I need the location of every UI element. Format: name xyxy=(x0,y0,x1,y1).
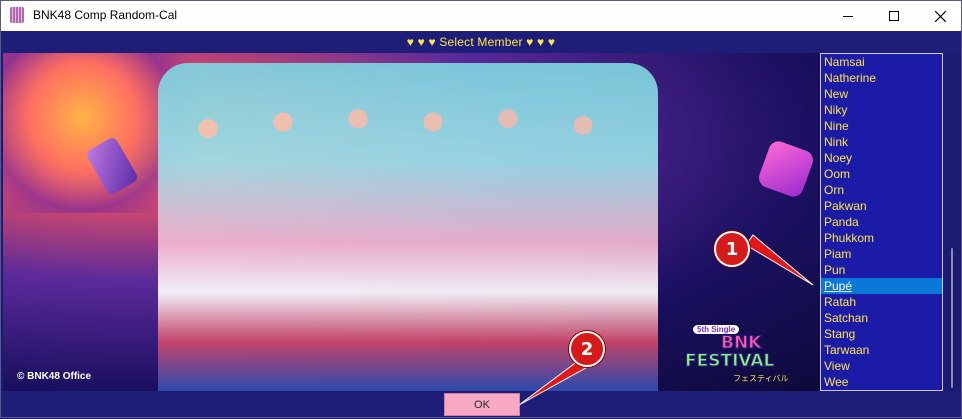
member-list-item[interactable]: Satchan xyxy=(821,310,942,326)
member-list-item[interactable]: Pakwan xyxy=(821,198,942,214)
member-list-item[interactable]: Piam xyxy=(821,246,942,262)
member-list-item[interactable]: Orn xyxy=(821,182,942,198)
list-scrollbar[interactable] xyxy=(943,53,961,391)
member-list-item[interactable]: Noey xyxy=(821,150,942,166)
group-photo: © BNK48 Office 5th Single BNK FESTIVAL フ… xyxy=(3,53,820,391)
crystal-decoration-right xyxy=(756,138,816,200)
select-member-heading: ♥ ♥ ♥ Select Member ♥ ♥ ♥ xyxy=(406,35,556,49)
header-bar: ♥ ♥ ♥ Select Member ♥ ♥ ♥ xyxy=(1,31,961,53)
member-list-item[interactable]: Phukkom xyxy=(821,230,942,246)
annotation-marker-1: 1 xyxy=(714,231,750,267)
member-list-item[interactable]: Pun xyxy=(821,262,942,278)
scrollbar-thumb[interactable] xyxy=(951,248,953,388)
member-list-item[interactable]: Oom xyxy=(821,166,942,182)
member-list-item[interactable]: Panda xyxy=(821,214,942,230)
minimize-icon xyxy=(843,15,853,17)
member-listbox[interactable]: Namsai Natherine New Niky Nine Nink Noey Oom Orn… xyxy=(820,53,943,391)
member-list-item[interactable]: Nine xyxy=(821,118,942,134)
app-icon xyxy=(10,7,24,23)
minimize-button[interactable] xyxy=(825,1,871,31)
window-title: BNK48 Comp Random-Cal xyxy=(33,8,178,22)
member-list-item[interactable]: Wee xyxy=(821,374,942,390)
member-list-item[interactable]: Ratah xyxy=(821,294,942,310)
member-list-item[interactable]: Niky xyxy=(821,102,942,118)
festival-logo-jp: フェスティバル xyxy=(733,374,789,383)
festival-logo-line2: FESTIVAL xyxy=(684,351,775,372)
festival-logo-line1: BNK xyxy=(720,333,762,354)
copyright-text: © BNK48 Office xyxy=(17,371,92,382)
festival-logo: 5th Single BNK FESTIVAL フェスティバル xyxy=(683,323,808,383)
maximize-button[interactable] xyxy=(871,1,917,31)
member-list-item[interactable]: Stang xyxy=(821,326,942,342)
member-list-item[interactable]: View xyxy=(821,358,942,374)
app-window: BNK48 Comp Random-Cal ♥ ♥ ♥ Select Membe… xyxy=(0,0,962,418)
member-list-item[interactable]: Natherine xyxy=(821,70,942,86)
member-list-item[interactable]: Nink xyxy=(821,134,942,150)
ok-button[interactable]: OK xyxy=(444,393,520,416)
member-list-item[interactable]: New xyxy=(821,86,942,102)
title-bar: BNK48 Comp Random-Cal xyxy=(1,1,961,31)
close-button[interactable] xyxy=(917,1,962,31)
maximize-icon xyxy=(889,11,899,21)
close-icon xyxy=(934,10,946,22)
member-list-item[interactable]: Pupé xyxy=(821,278,942,294)
member-list-item[interactable]: Tarwaan xyxy=(821,342,942,358)
annotation-marker-2: 2 xyxy=(569,331,605,367)
member-list-item[interactable]: Namsai xyxy=(821,54,942,70)
